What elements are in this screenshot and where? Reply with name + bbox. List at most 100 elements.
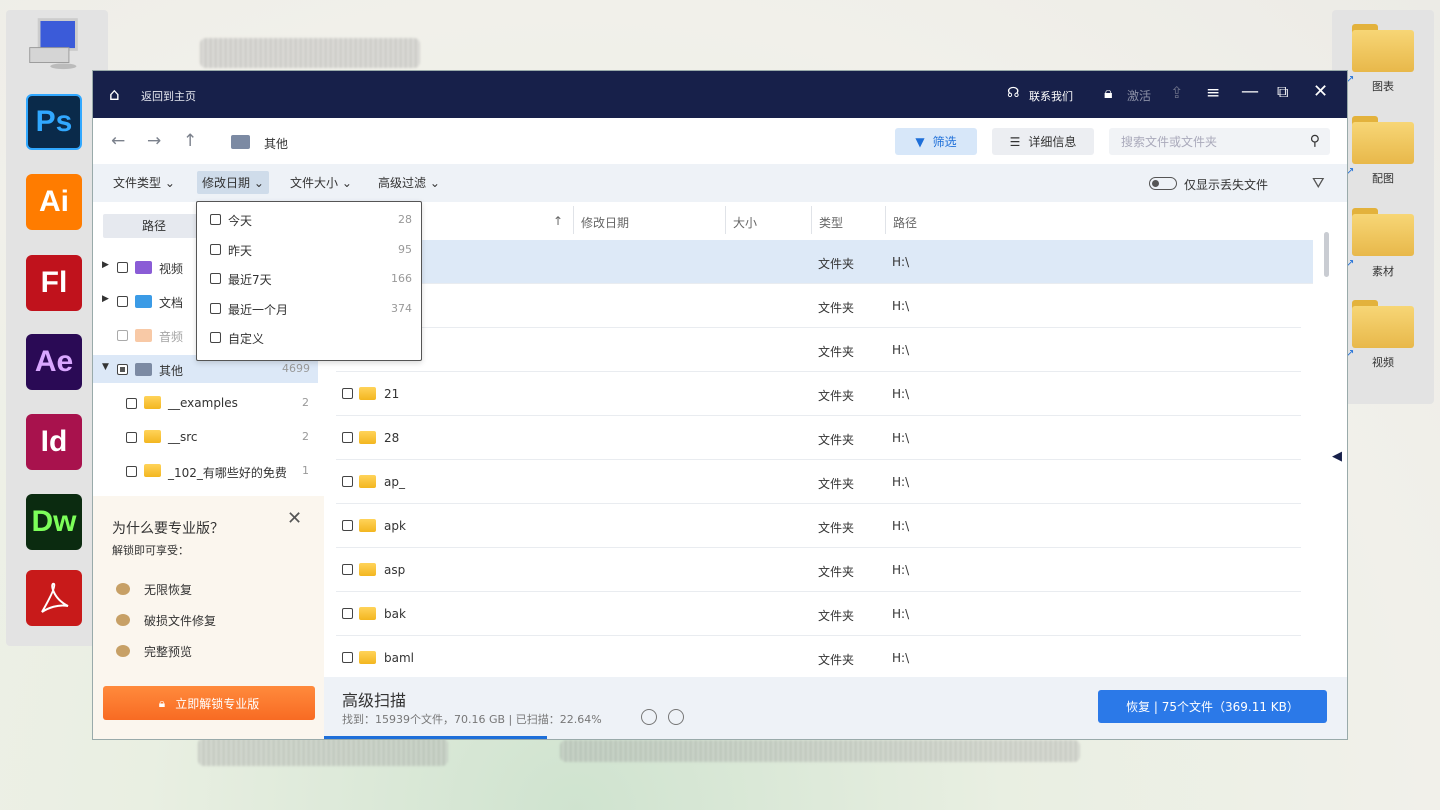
checkbox[interactable] — [210, 332, 221, 343]
table-row[interactable]: 文件夹 H:\ — [336, 284, 1301, 328]
column-header-size[interactable]: 大小 — [733, 214, 757, 231]
row-type: 文件夹 — [818, 433, 855, 447]
stop-scan-icon[interactable] — [641, 709, 657, 725]
table-row[interactable]: 文件夹 H:\ — [336, 240, 1313, 284]
tree-item-folder[interactable]: __examples 2 — [93, 389, 318, 417]
column-header-path[interactable]: 路径 — [893, 214, 917, 231]
sort-ascending-icon[interactable]: ↑ — [553, 214, 563, 228]
date-option-last-month[interactable]: 最近一个月 374 — [197, 295, 421, 323]
checkbox[interactable] — [342, 432, 353, 443]
menu-icon[interactable]: ≡ — [1206, 83, 1220, 103]
home-icon[interactable]: ⌂ — [109, 85, 129, 105]
file-size-filter[interactable]: 文件大小 ⌄ — [290, 174, 352, 191]
row-name: baml — [384, 651, 414, 665]
search-input[interactable] — [1109, 128, 1289, 155]
file-type-filter[interactable]: 文件类型 ⌄ — [113, 174, 175, 191]
illustrator-icon[interactable]: Ai — [26, 174, 82, 230]
activate-link[interactable]: 激活 — [1127, 87, 1151, 104]
column-header-modified[interactable]: 修改日期 — [581, 214, 629, 231]
checkbox[interactable] — [117, 330, 128, 341]
tree-item-label: 其他 — [159, 364, 184, 378]
checkbox[interactable] — [210, 303, 221, 314]
date-option-today[interactable]: 今天 28 — [197, 206, 421, 234]
collapse-panel-arrow-icon[interactable]: ◀ — [1332, 449, 1342, 464]
lock-icon[interactable]: 🔒︎ — [1104, 83, 1113, 103]
checkbox[interactable] — [342, 388, 353, 399]
recover-button[interactable]: 恢复 | 75个文件（369.11 KB） — [1098, 690, 1327, 723]
collapse-arrow-icon[interactable]: ▼ — [102, 362, 109, 372]
expand-arrow-icon[interactable]: ▶ — [102, 260, 109, 270]
checkbox[interactable] — [342, 476, 353, 487]
close-icon[interactable]: ✕ — [287, 508, 302, 529]
table-row[interactable]: 21 文件夹 H:\ — [336, 372, 1301, 416]
modified-date-filter[interactable]: 修改日期 ⌄ — [197, 171, 269, 194]
lock-icon: 🔒︎ — [158, 695, 166, 710]
date-option-last-7-days[interactable]: 最近7天 166 — [197, 265, 421, 293]
headset-icon[interactable]: ☊ — [1007, 85, 1019, 101]
after-effects-icon[interactable]: Ae — [26, 334, 82, 390]
close-icon[interactable]: ✕ — [1313, 81, 1328, 102]
back-arrow-icon[interactable]: ← — [111, 131, 125, 151]
checkbox[interactable] — [210, 244, 221, 255]
tree-item-folder[interactable]: _102_有哪些好的免费 1 — [93, 457, 318, 485]
checkbox[interactable] — [342, 520, 353, 531]
clear-filter-icon[interactable]: ⛛ — [1312, 174, 1325, 192]
my-computer-icon[interactable] — [26, 14, 82, 70]
pause-scan-icon[interactable] — [668, 709, 684, 725]
acrobat-icon[interactable] — [26, 570, 82, 626]
column-header-type[interactable]: 类型 — [819, 214, 843, 231]
expand-arrow-icon[interactable]: ▶ — [102, 294, 109, 304]
unlock-pro-button[interactable]: 🔒︎ 立即解锁专业版 — [103, 686, 315, 720]
date-option-custom[interactable]: 自定义 — [197, 324, 421, 352]
checkbox[interactable] — [342, 652, 353, 663]
breadcrumb[interactable]: 其他 — [264, 135, 288, 152]
row-name: 21 — [384, 387, 400, 401]
folder-icon — [144, 464, 161, 477]
contact-us-link[interactable]: 联系我们 — [1029, 88, 1073, 104]
restore-icon[interactable]: ⧉ — [1277, 82, 1288, 102]
table-row[interactable]: 28 文件夹 H:\ — [336, 416, 1301, 460]
share-icon[interactable]: ⇪ — [1170, 83, 1183, 102]
tree-item-label: _102_有哪些好的免费 — [168, 466, 287, 480]
checkbox[interactable] — [126, 432, 137, 443]
folder-icon — [1352, 116, 1414, 164]
checkbox[interactable] — [117, 262, 128, 273]
up-arrow-icon[interactable]: ↑ — [183, 131, 197, 151]
checkbox[interactable] — [126, 466, 137, 477]
tree-item-folder[interactable]: __src 2 — [93, 423, 318, 451]
forward-arrow-icon[interactable]: → — [147, 131, 161, 151]
minimize-icon[interactable]: — — [1241, 81, 1259, 102]
dreamweaver-icon[interactable]: Dw — [26, 494, 82, 550]
flash-icon[interactable]: Fl — [26, 255, 82, 311]
tab-path[interactable]: 路径 — [103, 214, 205, 238]
detail-info-button[interactable]: ☰ 详细信息 — [992, 128, 1094, 155]
perk-label: 无限恢复 — [144, 583, 193, 597]
table-row[interactable]: bak 文件夹 H:\ — [336, 592, 1301, 636]
photoshop-icon[interactable]: Ps — [26, 94, 82, 150]
checkbox[interactable] — [210, 214, 221, 225]
table-row[interactable]: baml 文件夹 H:\ — [336, 636, 1301, 677]
tree-item-label: 文档 — [159, 296, 184, 310]
table-row[interactable]: asp 文件夹 H:\ — [336, 548, 1301, 592]
pro-upsell-panel: 为什么要专业版？ 解锁即可享受： ✕ 无限恢复 破损文件修复 完整预览 🔒︎ 立… — [93, 496, 324, 739]
date-option-yesterday[interactable]: 昨天 95 — [197, 236, 421, 264]
row-path: H:\ — [892, 651, 910, 665]
indesign-icon[interactable]: Id — [26, 414, 82, 470]
back-to-home-link[interactable]: 返回到主页 — [141, 88, 196, 104]
row-type: 文件夹 — [818, 565, 855, 579]
table-row[interactable]: 文件夹 H:\ — [336, 328, 1301, 372]
checkbox-partial[interactable] — [117, 364, 128, 375]
checkbox[interactable] — [117, 296, 128, 307]
lost-files-toggle[interactable] — [1149, 177, 1177, 190]
checkbox[interactable] — [342, 564, 353, 575]
filter-button[interactable]: ▼ 筛选 — [895, 128, 977, 155]
search-icon[interactable]: ⚲ — [1310, 133, 1320, 149]
advanced-filter[interactable]: 高级过滤 ⌄ — [378, 174, 440, 191]
vertical-scrollbar[interactable] — [1324, 232, 1329, 277]
checkbox[interactable] — [126, 398, 137, 409]
checkbox[interactable] — [210, 273, 221, 284]
table-row[interactable]: apk 文件夹 H:\ — [336, 504, 1301, 548]
table-row[interactable]: ap_ 文件夹 H:\ — [336, 460, 1301, 504]
checkbox[interactable] — [342, 608, 353, 619]
funnel-icon: ▼ — [915, 134, 925, 149]
